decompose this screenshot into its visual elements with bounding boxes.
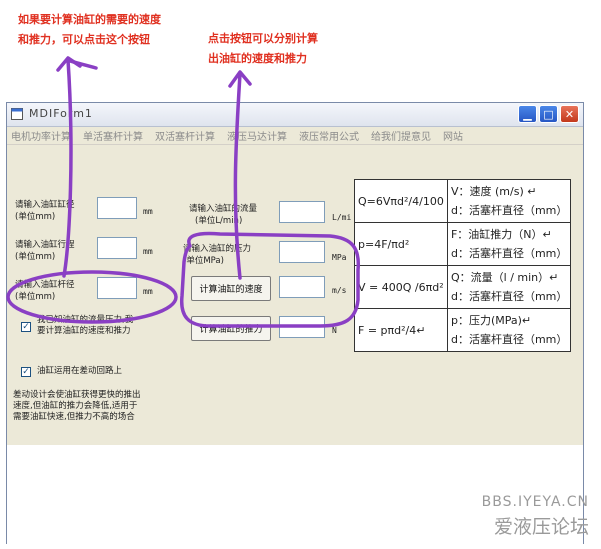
window-title: MDIForm1 [29,107,93,120]
known-flow-checkbox[interactable]: ✓ [21,322,31,332]
watermark-url: BBS.IYEYA.CN [481,494,589,510]
calc-speed-button[interactable]: 计算油缸的速度 [191,276,271,301]
formula-cell: p=4F/πd² [354,222,448,266]
stroke-unit: mm [143,247,153,256]
pressure-label-line1: 请输入油缸的压力 [183,244,252,254]
stroke-label-line2: (单位mm) [15,252,56,262]
flow-input[interactable] [279,201,325,223]
formula-row: Q=6Vπd²/4/100 V：速度 (m/s) ↵ d：活塞杆直径（mm） [354,179,572,223]
form-content: 请输入油缸缸径 (单位mm) mm 请输入油缸行程 (单位mm) mm 请输入油… [7,145,583,546]
formula-desc-cell: V：速度 (m/s) ↵ d：活塞杆直径（mm） [446,179,572,223]
pressure-label: 请输入油缸的压力 (单位MPa) [183,243,251,267]
formula-cell: Q=6Vπd²/4/100 [354,179,448,223]
force-unit: N [332,326,337,335]
formula-desc-line2: d：活塞杆直径（mm） [450,333,568,346]
formula-table: Q=6Vπd²/4/100 V：速度 (m/s) ↵ d：活塞杆直径（mm） p… [354,179,572,352]
pressure-unit: MPa [332,253,347,262]
rod-input[interactable] [97,277,137,299]
formula-desc-cell: F：油缸推力（N）↵ d：活塞杆直径（mm） [446,222,572,266]
bore-unit: mm [143,207,153,216]
flow-unit: L/mi [332,213,352,222]
pressure-input[interactable] [279,241,325,263]
bore-label-line2: (单位mm) [15,212,56,222]
note-line2: 速度,但油缸的推力会降低,适用于 [13,401,138,411]
minimize-button[interactable]: ▁ [518,105,537,123]
formula-desc-line1: p：压力(MPa)↵ [450,314,532,327]
formula-row: F = pπd²/4↵ p：压力(MPa)↵ d：活塞杆直径（mm） [354,308,572,352]
formula-cell: F = pπd²/4↵ [354,308,448,352]
known-flow-label: 我已知油缸的流量压力,我 要计算油缸的速度和推力 [37,315,133,337]
formula-desc-line2: d：活塞杆直径（mm） [450,290,568,303]
flow-label: 请输入油缸的流量 (单位L/min) [189,203,257,227]
note-line1: 差动设计会使油缸获得更快的推出 [13,390,141,400]
watermark-name: 爱液压论坛 [493,516,589,538]
formula-cell: V = 400Q /6πd² [354,265,448,309]
title-bar[interactable]: MDIForm1 ▁ □ ✕ [7,103,583,127]
menu-motor-power[interactable]: 电机功率计算 [11,128,71,143]
formula-desc-line1: F：油缸推力（N）↵ [450,228,552,241]
stroke-input[interactable] [97,237,137,259]
close-button[interactable]: ✕ [560,105,579,123]
left-arrow-head-icon [56,56,82,72]
minimize-icon: ▁ [523,107,532,121]
app-window-icon [11,108,23,120]
force-output[interactable] [279,316,325,338]
annotation-left-line1: 如果要计算油缸的需要的速度 [18,13,161,26]
maximize-button[interactable]: □ [539,105,558,123]
rod-label-line1: 请输入油缸杆径 [15,280,75,290]
speed-unit: m/s [332,286,347,295]
formula-row: p=4F/πd² F：油缸推力（N）↵ d：活塞杆直径（mm） [354,222,572,266]
annotation-right: 点击按钮可以分别计算 出油缸的速度和推力 [208,29,368,69]
menu-bar: 电机功率计算 单活塞杆计算 双活塞杆计算 液压马达计算 液压常用公式 给我们提意… [7,127,583,145]
formula-desc-cell: p：压力(MPa)↵ d：活塞杆直径（mm） [446,308,572,352]
menu-single-rod[interactable]: 单活塞杆计算 [83,128,143,143]
differential-label: 油缸运用在差动回路上 [37,366,123,376]
menu-common-formulas[interactable]: 液压常用公式 [299,128,359,143]
formula-desc-line1: Q：流量（l / min）↵ [450,271,559,284]
differential-checkbox[interactable]: ✓ [21,367,31,377]
mdi-window: MDIForm1 ▁ □ ✕ 电机功率计算 单活塞杆计算 双活塞杆计算 液压马达… [6,102,584,546]
right-arrow-head-icon [228,70,252,88]
formula-desc-line1: V：速度 (m/s) ↵ [450,185,537,198]
stroke-label-line1: 请输入油缸行程 [15,240,75,250]
pressure-label-line2: (单位MPa) [183,256,224,266]
menu-double-rod[interactable]: 双活塞杆计算 [155,128,215,143]
bore-label: 请输入油缸缸径 (单位mm) [15,199,75,223]
annotation-left: 如果要计算油缸的需要的速度 和推力，可以点击这个按钮 [18,10,188,50]
formula-desc-line2: d：活塞杆直径（mm） [450,247,568,260]
speed-output[interactable] [279,276,325,298]
annotation-left-line2: 和推力，可以点击这个按钮 [18,33,150,46]
forum-watermark: BBS.IYEYA.CN 爱液压论坛 [482,494,589,539]
menu-hydraulic-motor[interactable]: 液压马达计算 [227,128,287,143]
rod-label: 请输入油缸杆径 (单位mm) [15,279,75,303]
stroke-label: 请输入油缸行程 (单位mm) [15,239,75,263]
bore-label-line1: 请输入油缸缸径 [15,200,75,210]
menu-website[interactable]: 网站 [443,128,463,143]
maximize-icon: □ [543,107,554,121]
note-line3: 需要油缸快速,但推力不高的场合 [13,412,135,422]
formula-row: V = 400Q /6πd² Q：流量（l / min）↵ d：活塞杆直径（mm… [354,265,572,309]
rod-label-line2: (单位mm) [15,292,56,302]
annotation-right-line2: 出油缸的速度和推力 [208,52,307,65]
annotation-right-line1: 点击按钮可以分别计算 [208,32,318,45]
known-flow-label-line2: 要计算油缸的速度和推力 [37,326,131,336]
known-flow-label-line1: 我已知油缸的流量压力,我 [37,315,134,325]
flow-label-line2: (单位L/min) [195,216,243,226]
close-icon: ✕ [564,107,575,121]
bore-input[interactable] [97,197,137,219]
calc-force-button[interactable]: 计算油缸的推力 [191,316,271,341]
formula-desc-line2: d：活塞杆直径（mm） [450,204,568,217]
differential-note: 差动设计会使油缸获得更快的推出 速度,但油缸的推力会降低,适用于 需要油缸快速,… [13,390,183,423]
menu-feedback[interactable]: 给我们提意见 [371,128,431,143]
rod-unit: mm [143,287,153,296]
formula-desc-cell: Q：流量（l / min）↵ d：活塞杆直径（mm） [446,265,572,309]
flow-label-line1: 请输入油缸的流量 [189,204,258,214]
